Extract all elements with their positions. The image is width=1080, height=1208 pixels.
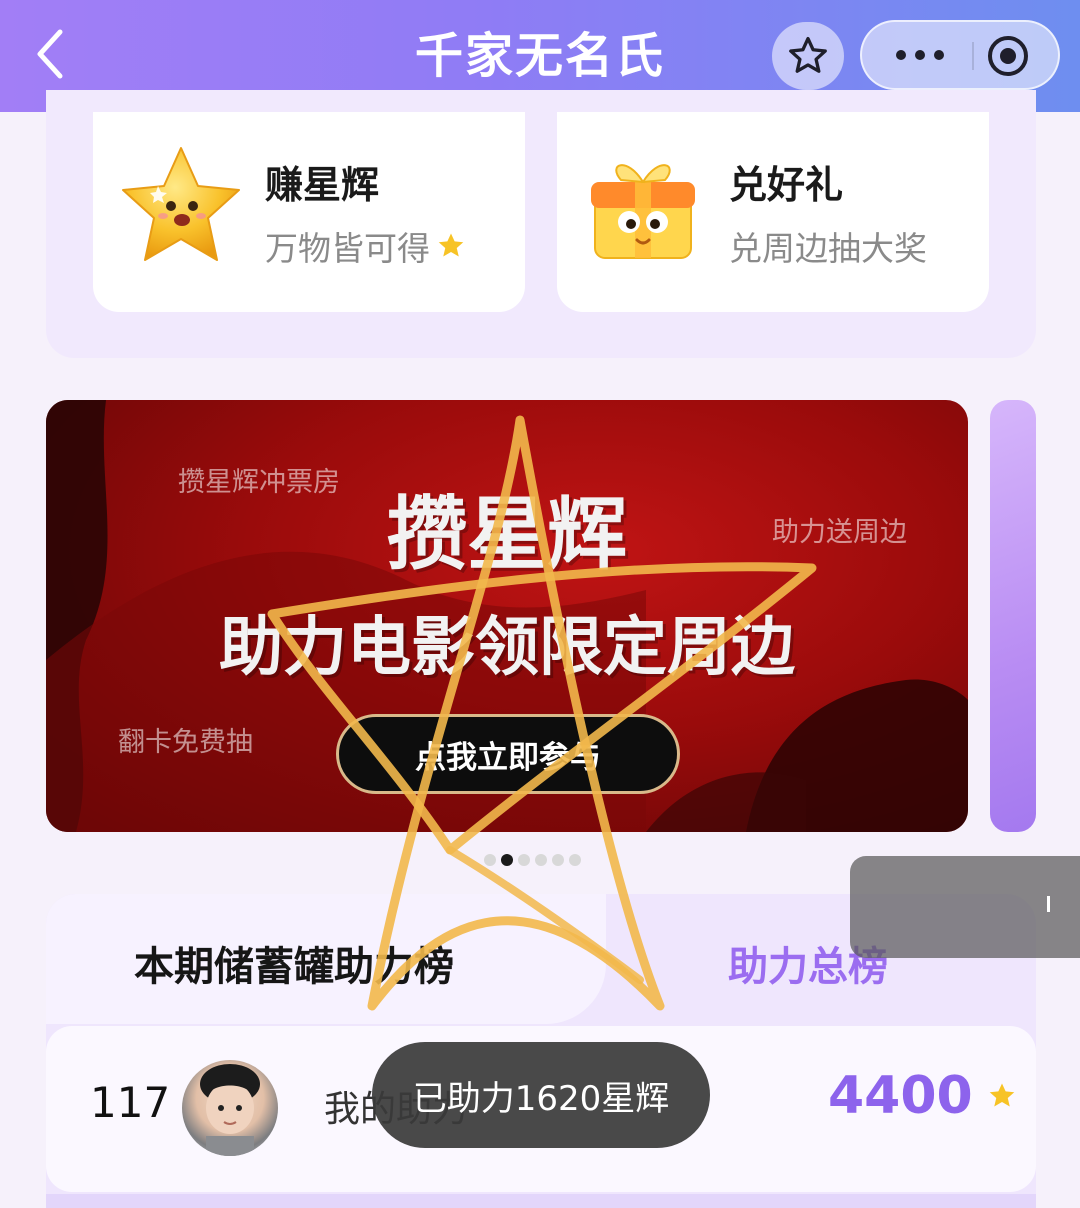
avatar-portrait [200,1064,260,1156]
favorite-button[interactable] [772,22,844,90]
carousel-dot[interactable] [535,854,547,866]
next-row-edge [46,1194,1036,1208]
carousel-dot[interactable] [518,854,530,866]
more-options-button[interactable] [884,22,956,88]
earn-stars-card[interactable]: 赚星辉 万物皆可得 [93,112,525,312]
toast-message: 已助力1620星辉 [372,1042,710,1148]
carousel-dot[interactable] [484,854,496,866]
banner-headline: 攒星辉 [387,487,627,581]
carousel-dot[interactable] [569,854,581,866]
mini-program-capsule [860,20,1060,90]
avatar [182,1060,278,1156]
dot-icon [934,50,944,60]
next-banner-preview[interactable] [990,400,1036,832]
earn-stars-subtitle: 万物皆可得 [265,222,466,270]
dot-icon [896,50,906,60]
my-score-value: 4400 [828,1066,973,1126]
exchange-gifts-card[interactable]: 兑好礼 兑周边抽大奖 [557,112,989,312]
star-mascot-icon [122,147,240,261]
banner-subheadline: 助力电影领限定周边 [219,610,795,685]
back-button[interactable] [20,22,80,86]
my-score: 4400 [828,1066,1017,1126]
earn-stars-subtitle-text: 万物皆可得 [265,229,430,268]
gift-box-mascot-icon [591,164,695,259]
my-rank: 117 [90,1078,171,1127]
chevron-left-icon [37,29,63,79]
carousel-indicator [484,854,581,866]
carousel-dot[interactable] [501,854,513,866]
star-outline-icon [789,36,827,73]
earn-stars-title: 赚星辉 [265,163,380,207]
floating-side-panel[interactable] [850,856,1080,958]
exchange-gifts-subtitle: 兑周边抽大奖 [729,229,927,268]
dot-icon [915,50,925,60]
target-circle-icon [988,36,1028,76]
carousel-dot[interactable] [552,854,564,866]
star-icon [989,1083,1014,1107]
join-now-button[interactable]: 点我立即参与 [336,714,680,794]
tab-current-period[interactable]: 本期储蓄罐助力榜 [134,934,454,992]
star-icon [438,233,464,257]
close-mini-program-button[interactable] [984,32,1032,80]
panel-handle [1047,896,1050,912]
promo-banner[interactable]: 攒星辉冲票房 助力送周边 翻卡免费抽 攒星辉 助力电影领限定周边 点我立即参与 [46,400,968,832]
exchange-gifts-title: 兑好礼 [729,163,844,207]
banner-tag-bottom-left: 翻卡免费抽 [118,727,253,758]
capsule-divider [972,42,974,70]
